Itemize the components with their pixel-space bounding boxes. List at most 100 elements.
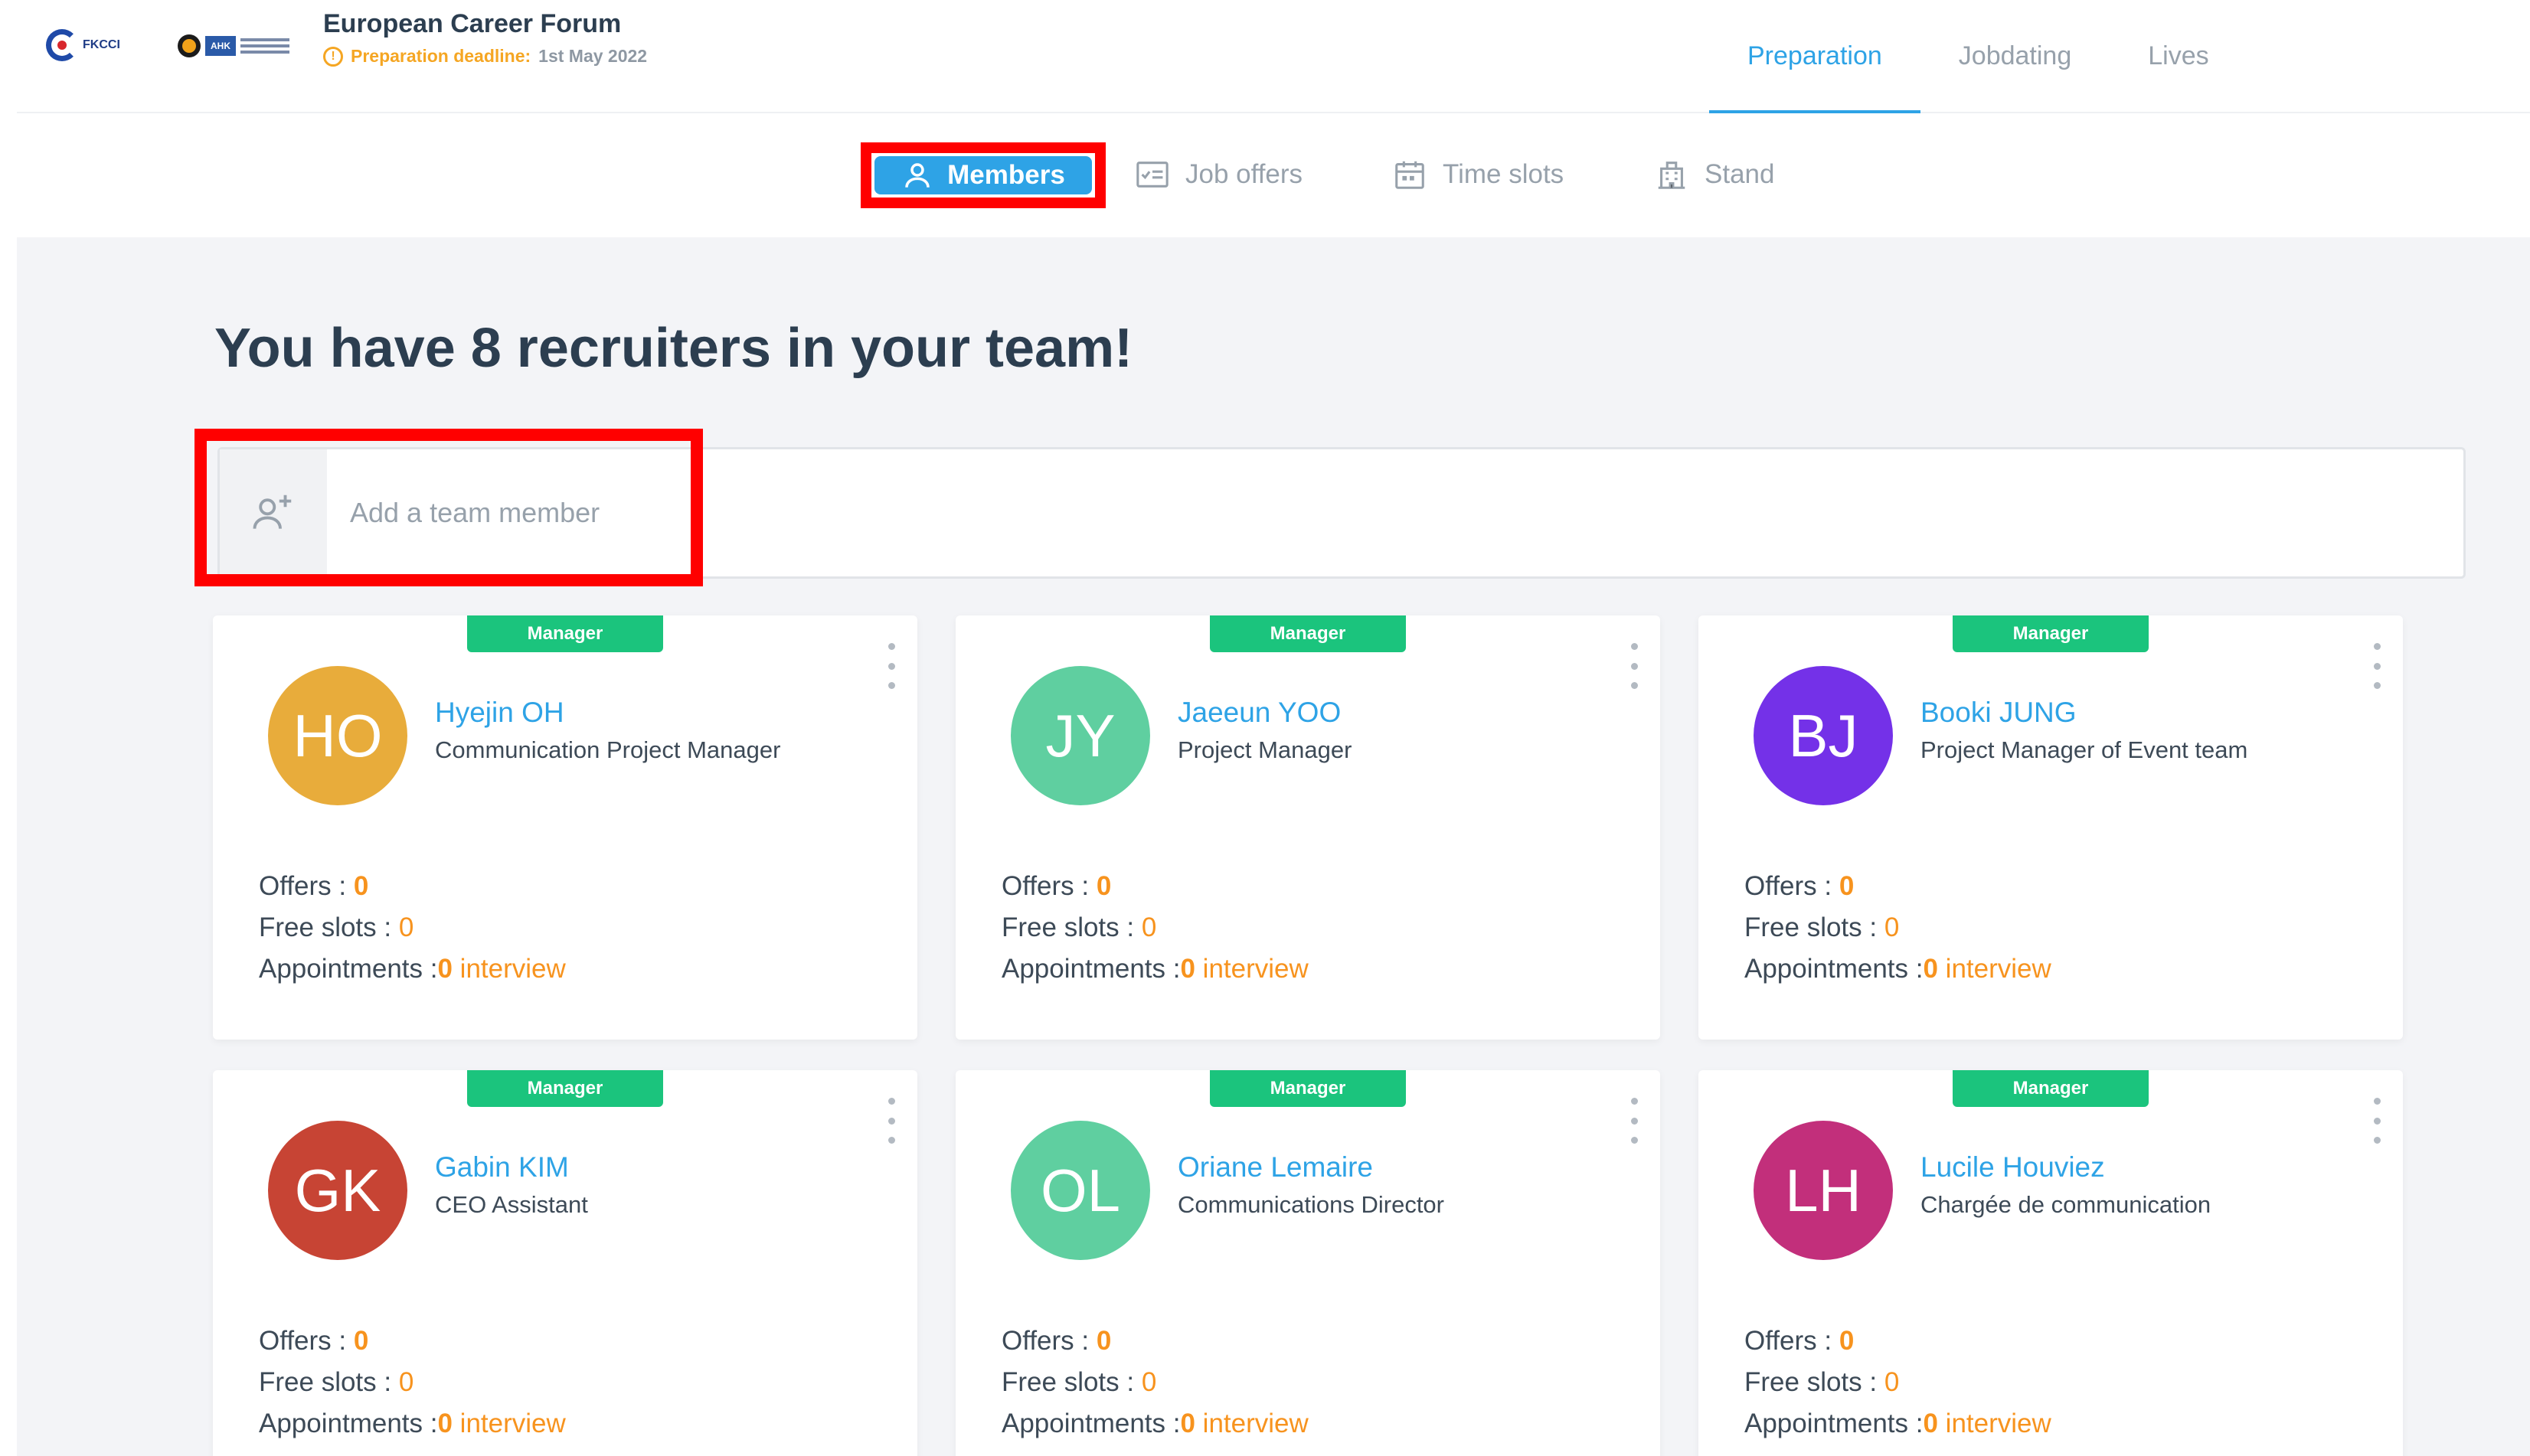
add-team-member-input[interactable] bbox=[350, 449, 1269, 576]
free-slots-stat: Free slots : 0 bbox=[259, 912, 413, 943]
appointments-unit: interview bbox=[1937, 954, 2051, 984]
appointments-unit: interview bbox=[1937, 1409, 2051, 1438]
avatar: GK bbox=[268, 1121, 407, 1260]
offers-value: 0 bbox=[1096, 871, 1112, 901]
fkcci-logo: FKCCI bbox=[46, 23, 153, 67]
subtab-job-offers-label: Job offers bbox=[1185, 159, 1303, 189]
offers-value: 0 bbox=[1839, 871, 1855, 901]
subtab-time-slots-label: Time slots bbox=[1443, 159, 1564, 189]
appointments-stat: Appointments :0 interview bbox=[1744, 954, 2051, 984]
free-slots-stat: Free slots : 0 bbox=[259, 1367, 413, 1398]
subtab-stand[interactable]: Stand bbox=[1654, 144, 1774, 205]
role-badge: Manager bbox=[1210, 1070, 1406, 1107]
member-name[interactable]: Gabin KIM bbox=[435, 1151, 569, 1183]
member-card[interactable]: Manager BJ Booki JUNG Project Manager of… bbox=[1698, 615, 2403, 1040]
add-user-icon bbox=[253, 495, 292, 529]
member-card[interactable]: Manager HO Hyejin OH Communication Proje… bbox=[213, 615, 917, 1040]
offers-value: 0 bbox=[1839, 1326, 1855, 1356]
free-slots-stat: Free slots : 0 bbox=[1744, 912, 1899, 943]
tab-preparation[interactable]: Preparation bbox=[1709, 0, 1920, 113]
member-role: CEO Assistant bbox=[435, 1191, 588, 1218]
offers-label: Offers : bbox=[1002, 871, 1097, 901]
appointments-stat: Appointments :0 interview bbox=[259, 954, 566, 984]
add-user-icon-box[interactable] bbox=[220, 449, 327, 576]
appointments-unit: interview bbox=[452, 954, 566, 984]
offers-stat: Offers : 0 bbox=[259, 871, 368, 902]
appointments-value: 0 bbox=[1180, 954, 1195, 984]
subtab-job-offers[interactable]: Job offers bbox=[1135, 144, 1303, 205]
member-role: Communications Director bbox=[1178, 1191, 1444, 1218]
offers-value: 0 bbox=[353, 1326, 369, 1356]
offers-label: Offers : bbox=[1744, 871, 1839, 901]
page-title: You have 8 recruiters in your team! bbox=[214, 318, 1133, 379]
offers-value: 0 bbox=[353, 871, 369, 901]
offers-label: Offers : bbox=[1744, 1326, 1839, 1356]
appointments-label: Appointments : bbox=[259, 954, 438, 984]
ahk-logo-text: AHK bbox=[205, 36, 236, 56]
free-slots-value: 0 bbox=[1141, 1367, 1157, 1397]
deadline-date: 1st May 2022 bbox=[538, 46, 648, 66]
subtab-time-slots[interactable]: Time slots bbox=[1392, 144, 1564, 205]
more-options-icon[interactable] bbox=[2368, 1098, 2386, 1144]
free-slots-value: 0 bbox=[1884, 1367, 1900, 1397]
member-name[interactable]: Lucile Houviez bbox=[1920, 1151, 2105, 1183]
free-slots-stat: Free slots : 0 bbox=[1744, 1367, 1899, 1398]
ahk-logo-lines bbox=[240, 38, 289, 54]
offers-stat: Offers : 0 bbox=[1002, 1326, 1111, 1356]
more-options-icon[interactable] bbox=[882, 643, 901, 689]
fkcci-logo-text: FKCCI bbox=[83, 38, 120, 51]
avatar: HO bbox=[268, 666, 407, 805]
free-slots-label: Free slots : bbox=[259, 1367, 399, 1397]
main-tabs: Preparation Jobdating Lives bbox=[1709, 0, 2247, 113]
offers-stat: Offers : 0 bbox=[259, 1326, 368, 1356]
ahk-logo-mark bbox=[178, 34, 201, 57]
subtab-members[interactable]: Members bbox=[874, 156, 1092, 194]
more-options-icon[interactable] bbox=[1625, 643, 1643, 689]
member-card[interactable]: Manager LH Lucile Houviez Chargée de com… bbox=[1698, 1070, 2403, 1456]
appointments-label: Appointments : bbox=[1744, 1409, 1924, 1438]
warning-icon: ! bbox=[323, 46, 343, 67]
sub-navigation: Members Job offers Time slots Stand bbox=[17, 115, 2530, 237]
member-card[interactable]: Manager GK Gabin KIM CEO Assistant Offer… bbox=[213, 1070, 917, 1456]
member-name[interactable]: Booki JUNG bbox=[1920, 697, 2077, 729]
appointments-value: 0 bbox=[437, 954, 453, 984]
appointments-stat: Appointments :0 interview bbox=[1002, 1409, 1309, 1439]
appointments-value: 0 bbox=[437, 1409, 453, 1438]
avatar: BJ bbox=[1754, 666, 1893, 805]
subtab-members-label: Members bbox=[947, 160, 1065, 190]
appointments-value: 0 bbox=[1180, 1409, 1195, 1438]
more-options-icon[interactable] bbox=[1625, 1098, 1643, 1144]
offers-label: Offers : bbox=[259, 1326, 354, 1356]
avatar: LH bbox=[1754, 1121, 1893, 1260]
free-slots-label: Free slots : bbox=[1744, 912, 1884, 942]
appointments-label: Appointments : bbox=[259, 1409, 438, 1438]
member-name[interactable]: Jaeeun YOO bbox=[1178, 697, 1341, 729]
appointments-label: Appointments : bbox=[1002, 954, 1181, 984]
free-slots-label: Free slots : bbox=[1744, 1367, 1884, 1397]
offers-value: 0 bbox=[1096, 1326, 1112, 1356]
member-name[interactable]: Oriane Lemaire bbox=[1178, 1151, 1373, 1183]
role-badge: Manager bbox=[1953, 615, 2149, 652]
appointments-value: 0 bbox=[1923, 1409, 1938, 1438]
free-slots-value: 0 bbox=[1141, 912, 1157, 942]
member-name[interactable]: Hyejin OH bbox=[435, 697, 564, 729]
free-slots-stat: Free slots : 0 bbox=[1002, 912, 1156, 943]
tab-lives[interactable]: Lives bbox=[2110, 0, 2247, 112]
deadline-label: Preparation deadline: bbox=[351, 46, 531, 66]
offers-label: Offers : bbox=[1002, 1326, 1097, 1356]
free-slots-label: Free slots : bbox=[1002, 912, 1142, 942]
member-card[interactable]: Manager JY Jaeeun YOO Project Manager Of… bbox=[956, 615, 1660, 1040]
appointments-stat: Appointments :0 interview bbox=[1744, 1409, 2051, 1439]
appointments-unit: interview bbox=[452, 1409, 566, 1438]
more-options-icon[interactable] bbox=[2368, 643, 2386, 689]
more-options-icon[interactable] bbox=[882, 1098, 901, 1144]
member-role: Project Manager of Event team bbox=[1920, 736, 2248, 763]
offers-label: Offers : bbox=[259, 871, 354, 901]
member-card[interactable]: Manager OL Oriane Lemaire Communications… bbox=[956, 1070, 1660, 1456]
member-role: Chargée de communication bbox=[1920, 1191, 2211, 1218]
appointments-stat: Appointments :0 interview bbox=[1002, 954, 1309, 984]
role-badge: Manager bbox=[1953, 1070, 2149, 1107]
fkcci-logo-mark bbox=[46, 29, 78, 61]
tab-jobdating[interactable]: Jobdating bbox=[1920, 0, 2110, 112]
add-team-member-bar[interactable] bbox=[217, 447, 2466, 579]
